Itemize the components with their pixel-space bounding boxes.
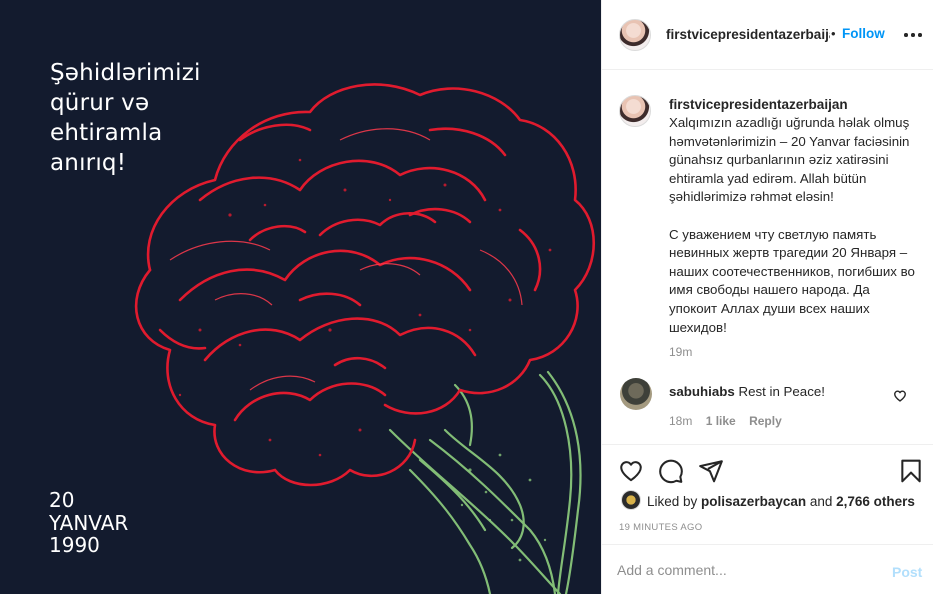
post-header: firstvicepresidentazerbaijan • Follow — [602, 0, 933, 70]
liked-by-text[interactable]: Liked by polisazerbaycan and 2,766 other… — [647, 494, 915, 509]
liked-by-user[interactable]: polisazerbaycan — [701, 494, 806, 509]
liked-by-count[interactable]: 2,766 others — [836, 494, 915, 509]
comment-text: Rest in Peace! — [738, 384, 825, 399]
caption-author-avatar[interactable] — [619, 95, 651, 127]
image-date: 20 YANVAR 1990 — [49, 488, 129, 557]
commenter-avatar[interactable] — [620, 378, 652, 410]
comment-like-heart-icon[interactable] — [893, 389, 907, 403]
heart-icon[interactable] — [618, 458, 644, 484]
bookmark-icon[interactable] — [898, 458, 924, 484]
comment-time[interactable]: 18m — [669, 414, 692, 428]
author-username[interactable]: firstvicepresidentazerbaijan — [666, 27, 830, 42]
more-dots-icon[interactable] — [902, 26, 924, 42]
comment-likes[interactable]: 1 like — [706, 414, 736, 428]
comment-icon[interactable] — [658, 458, 684, 484]
share-icon[interactable] — [698, 458, 724, 484]
caption-time[interactable]: 19m — [669, 345, 692, 359]
post-age[interactable]: 19 MINUTES AGO — [619, 522, 702, 533]
reply-button[interactable]: Reply — [749, 414, 782, 428]
caption-username[interactable]: firstvicepresidentazerbaijan — [669, 97, 848, 112]
liked-by-prefix: Liked by — [647, 494, 702, 509]
commenter-username[interactable]: sabuhiabs — [669, 384, 735, 399]
liker-avatar[interactable] — [621, 490, 641, 510]
author-avatar[interactable] — [619, 19, 651, 51]
caption-text: Xalqımızın azadlığı uğrunda həlak olmuş … — [669, 115, 915, 335]
image-headline: Şəhidlərimizi qürur və ehtiramla anırıq! — [50, 60, 201, 176]
comment-meta: 18m 1 like Reply — [669, 414, 792, 428]
post-image[interactable]: Şəhidlərimizi qürur və ehtiramla anırıq!… — [0, 0, 601, 594]
post-comment-button[interactable]: Post — [892, 564, 922, 580]
add-comment-bar: Post — [602, 544, 933, 594]
post-actions: Liked by polisazerbaycan and 2,766 other… — [602, 444, 933, 544]
liked-by-middle: and — [806, 494, 837, 509]
header-separator: • — [831, 26, 836, 41]
comment-input[interactable] — [617, 559, 877, 581]
post-sidebar: firstvicepresidentazerbaijan • Follow fi… — [601, 0, 933, 594]
comment-line: sabuhiabs Rest in Peace! — [669, 384, 825, 399]
follow-button[interactable]: Follow — [842, 26, 885, 41]
